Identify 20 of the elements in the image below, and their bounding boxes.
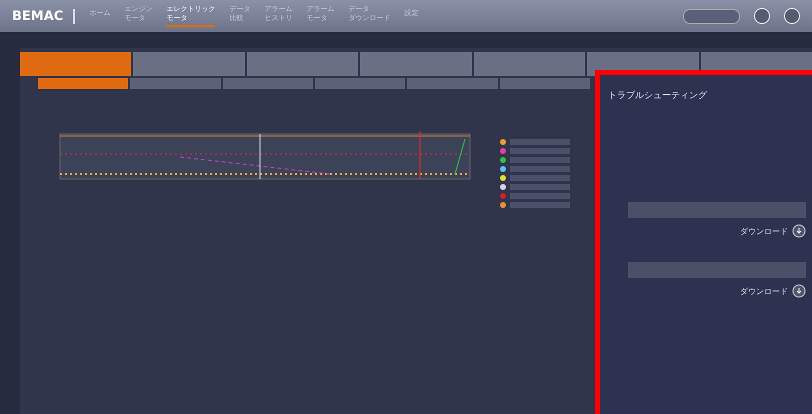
download-icon [792, 224, 806, 238]
dropdown[interactable] [683, 8, 740, 24]
legend-bar [510, 184, 570, 190]
legend-bar [510, 175, 570, 181]
sub-tab[interactable] [314, 78, 406, 89]
legend-bar [510, 148, 570, 154]
download-button[interactable]: ダウンロード [740, 224, 806, 238]
sub-tab[interactable] [38, 78, 128, 89]
download-icon [792, 284, 806, 298]
panel-title: トラブルシューティング [608, 90, 708, 102]
sub-tab[interactable] [130, 78, 221, 89]
sub-tab[interactable] [407, 78, 498, 89]
legend-bar [510, 202, 570, 208]
legend-bar [510, 166, 570, 172]
download-button[interactable]: ダウンロード [740, 284, 806, 298]
legend-bar [510, 139, 570, 145]
legend-bar [510, 193, 570, 199]
sub-tab[interactable] [222, 78, 313, 89]
logo: BEMAC [12, 8, 76, 24]
legend-bar [510, 157, 570, 163]
